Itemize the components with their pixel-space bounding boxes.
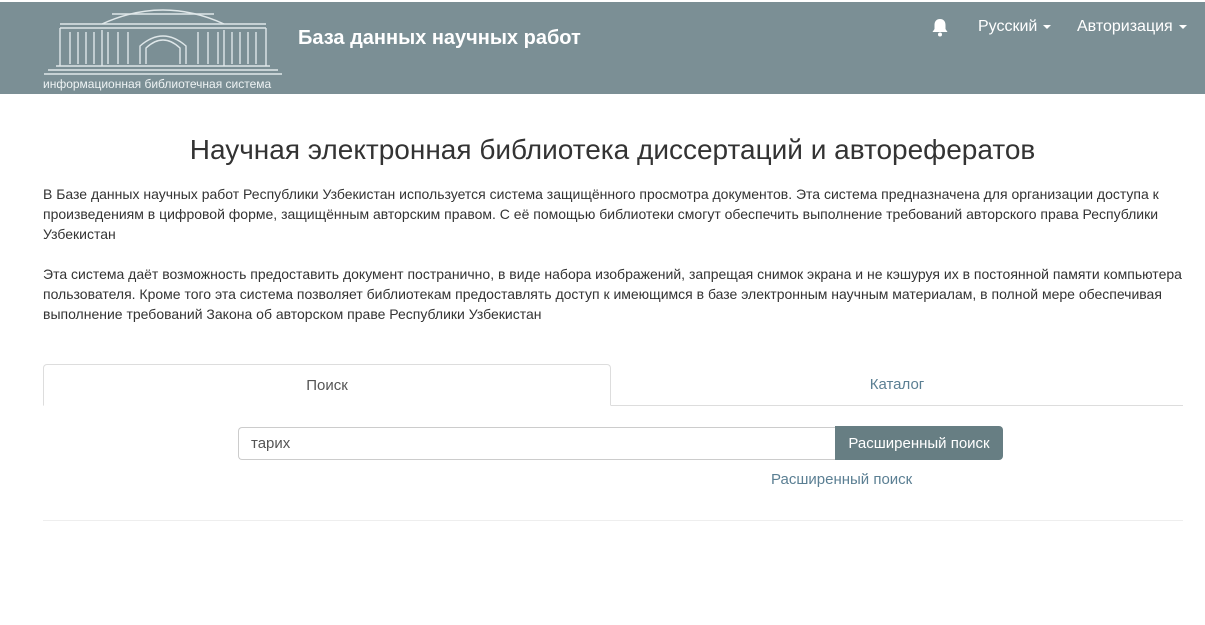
divider <box>43 520 1183 521</box>
search-tabs: Поиск Каталог <box>43 364 1183 406</box>
intro-paragraph: В Базе данных научных работ Республики У… <box>43 186 1159 242</box>
library-building-icon <box>44 9 282 75</box>
chevron-down-icon <box>1178 24 1187 29</box>
page-title: Научная электронная библиотека диссертац… <box>189 134 1036 165</box>
top-navbar: информационная библиотечная система База… <box>0 2 1205 94</box>
auth-label: Авторизация <box>1077 18 1173 35</box>
search-input[interactable] <box>238 427 838 460</box>
site-title[interactable]: База данных научных работ <box>298 27 581 50</box>
language-label: Русский <box>978 18 1038 35</box>
advanced-search-link[interactable]: Расширенный поиск <box>771 471 912 488</box>
notifications-button[interactable] <box>930 17 950 39</box>
language-dropdown[interactable]: Русский <box>978 18 1052 42</box>
site-logo[interactable]: информационная библиотечная система <box>42 2 284 94</box>
description-paragraph: Эта система даёт возможность предоставит… <box>43 266 1182 322</box>
advanced-search-button[interactable]: Расширенный поиск <box>835 426 1003 460</box>
chevron-down-icon <box>1043 24 1052 29</box>
logo-caption: информационная библиотечная система <box>43 77 272 91</box>
tab-catalog[interactable]: Каталог <box>611 364 1183 406</box>
tab-search[interactable]: Поиск <box>43 364 611 406</box>
bell-icon <box>932 19 948 37</box>
auth-dropdown[interactable]: Авторизация <box>1077 18 1187 42</box>
